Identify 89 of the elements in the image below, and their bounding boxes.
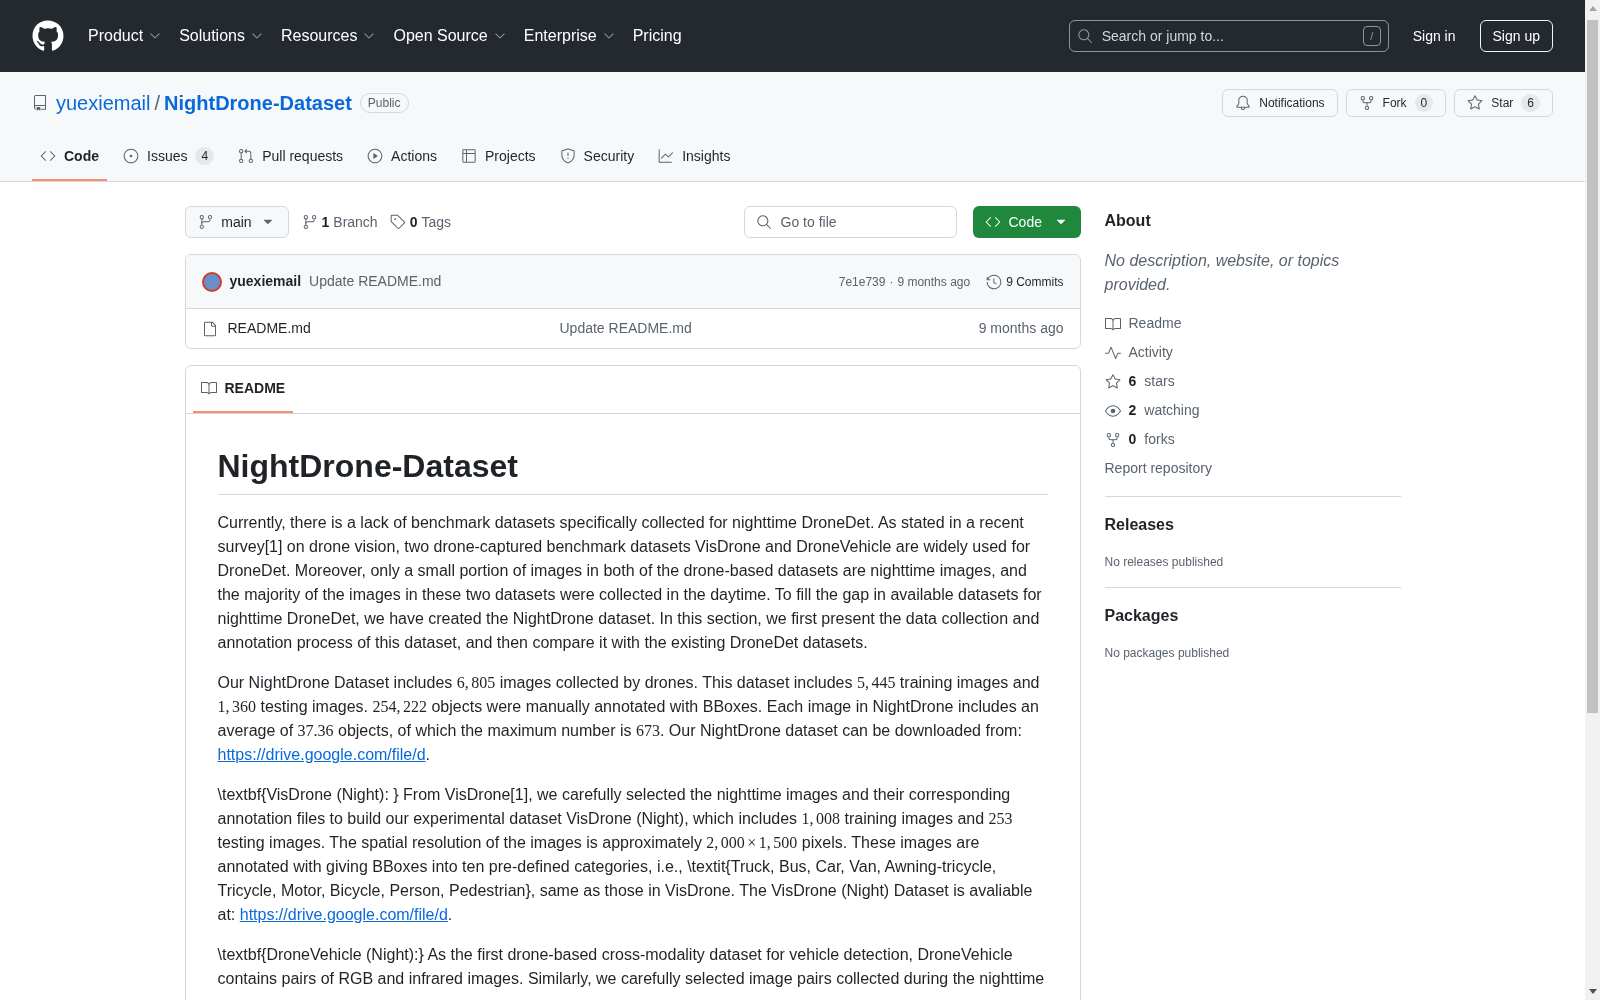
avatar-icon [201,271,222,292]
counter: 0 [1414,94,1434,112]
forks-link[interactable]: 0 forks [1104,429,1401,450]
commit-time: 9 months ago [897,273,971,291]
readme-title: NightDrone-Dataset [217,446,1048,495]
scrollbar[interactable] [1585,0,1600,1000]
caret-up-icon[interactable] [1588,6,1597,11]
readme-paragraph: Currently, there is a lack of benchmark datasets specifically collected for nighttime DroneDet. As stated in a recent survey[1] on drone vision, two drone-captured benchmark datasets VisDrone and DroneVehicle are widely used for DroneDet. Moreover, only a small portion of images in both of the drone-based datasets are nighttime images, and the majority of the images in these two datasets were collected in the daytime. To fill the gap in available datasets for nighttime DroneDet, we have created the NightDrone dataset. In this section, we first present the data collection and annotation process of this dataset, and then compare it with the existing DroneDet datasets. [217,513,1043,653]
activity-link[interactable]: Activity [1104,342,1401,363]
repo-tab[interactable]: Code [32,133,107,181]
report-repository-link[interactable]: Report repository [1104,458,1401,479]
counter: 4 [195,147,215,165]
releases-heading: Releases [1104,515,1175,535]
packages-heading: Packages [1104,606,1180,626]
table-icon [461,148,477,164]
eye-icon [1104,402,1121,419]
about-heading: About [1104,211,1152,231]
tags-link[interactable]: 0 Tags [389,211,452,233]
repo-tab[interactable]: Projects [453,133,544,181]
readme-paragraph: \textbf{VisDrone (Night): } From VisDrone[1], we carefully selected the nighttime images and their corresponding annotation files to build our experimental dataset VisDrone (Night), which includes 1, 008 training images and 253 testing images. The spatial resolution of the images is approximately 2, 000 × 1, 500 pixels. These images are annotated with giving BBoxes into ten pre-defined categories, i.e., \textit{Truck, Bus, Car, Van, Awning-tricycle, Tricycle, Motor, Bicycle, Person, Pedestrian}, same as those in VisDrone. The VisDrone (Night) Dataset is avaliable at: https://drive.google.com/file/d. [217,785,1034,925]
readme-paragraph: Our NightDrone Dataset includes 6, 805 images collected by drones. This dataset includes 5, 445 training images and 1, 360 testing images. 254, 222 objects were manually annotated with BBoxes. Each image in NightDrone includes an average of 37.36 objects, of which the maximum number is 673. Our NightDrone dataset can be downloaded from: https://drive.google.com/file/d. [217,673,1041,765]
shield-icon [559,148,576,164]
nav-menu-button[interactable]: Product [80,20,172,52]
shortcut-key: / [1362,26,1381,46]
repo-tab[interactable]: Security [551,133,643,181]
star-icon [1104,373,1121,390]
repo-name-link[interactable]: NightDrone-Dataset [164,88,352,118]
sign-up-button[interactable]: Sign up [1479,20,1553,52]
commits-link[interactable]: 9 Commits [986,272,1064,291]
repo-tab[interactable]: Actions [359,133,445,181]
branches-link[interactable]: 1 Branch [301,211,378,233]
commit-author-link[interactable]: yuexiemail [229,271,302,292]
nav-menu-button[interactable]: Solutions [171,20,273,52]
drive-link[interactable]: https://drive.google.com/file/d [217,746,426,763]
nav-menu-button[interactable]: Pricing [624,20,690,52]
github-logo-icon[interactable] [32,20,64,52]
repo-tab[interactable]: Issues 4 [115,133,223,181]
counter: 6 [1521,94,1540,112]
code-button[interactable]: Code [972,206,1081,238]
nav-menu-button[interactable]: Enterprise [515,20,625,52]
readme-tab[interactable]: README [192,365,294,413]
file-icon [201,320,218,337]
about-description: No description, website, or topics provided. [1104,251,1341,295]
file-time: 9 months ago [978,319,1064,338]
stars-link[interactable]: 6 stars [1104,371,1401,392]
commit-hash-link[interactable]: 7e1e739 [838,272,886,291]
play-icon [367,148,384,164]
owner-link[interactable]: yuexiemail [56,88,151,118]
fork-icon [1358,95,1375,111]
sign-in-link[interactable]: Sign in [1412,25,1456,47]
star-icon [1467,95,1484,111]
code-icon [40,148,56,164]
scrollbar-thumb[interactable] [1587,20,1598,713]
commit-message-link[interactable]: Update README.md [559,318,692,339]
nav-menu-button[interactable]: Resources [272,20,386,52]
fork-icon [1104,431,1121,448]
dot-separator: · [889,273,894,291]
watching-link[interactable]: 2 watching [1104,400,1401,421]
code-icon [984,214,1001,230]
drive-link[interactable]: https://drive.google.com/file/d [239,906,448,923]
readme-paragraph: \textbf{DroneVehicle (Night):} As the first drone-based cross-modality dataset for vehicle detection, DroneVehicle contains pairs of RGB and infrared images. Similarly, we carefully selected image pairs collected during the nighttime [217,945,1046,989]
repo-tab[interactable]: Pull requests [230,133,352,181]
tag-icon [389,214,406,230]
releases-note: No releases published [1104,554,1225,571]
commit-message-link[interactable]: Update README.md [309,271,442,292]
repo-icon [32,95,48,111]
search-icon [1076,28,1093,44]
caret-down-icon[interactable] [1588,989,1597,994]
fork-button[interactable]: Fork 0 [1345,89,1447,117]
file-name-link[interactable]: README.md [227,318,311,339]
readme-link[interactable]: Readme [1104,313,1401,334]
branch-select-button[interactable]: main [184,206,289,238]
pulse-icon [1104,344,1121,361]
bell-icon [1235,95,1252,111]
history-icon [986,273,1003,290]
book-icon [200,380,217,396]
branch-icon [197,214,214,230]
packages-note: No packages published [1104,645,1231,662]
path-separator: / [154,91,161,116]
pull-request-icon [238,148,255,164]
book-icon [1104,315,1121,332]
star-button[interactable]: Star 6 [1454,89,1553,117]
nav-menu-button[interactable]: Open Source [385,20,516,52]
graph-icon [658,148,675,164]
notifications-button[interactable]: Notifications [1222,89,1338,117]
file-search-field[interactable]: Go to file [743,206,957,238]
repo-tab[interactable]: Insights [650,133,739,181]
branch-icon [301,214,318,230]
search-icon [755,214,772,230]
